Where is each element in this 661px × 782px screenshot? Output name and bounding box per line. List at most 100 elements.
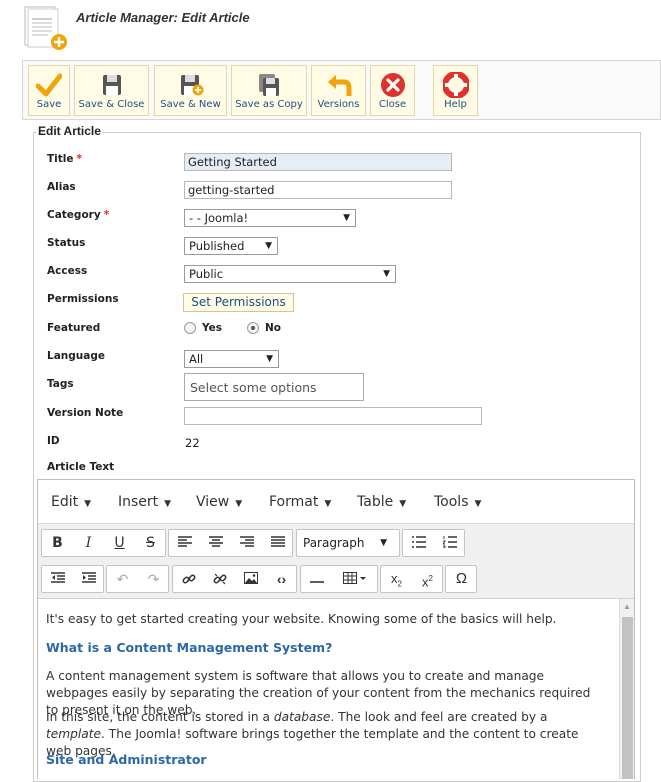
underline-icon[interactable]: U [104, 530, 135, 556]
scroll-up-arrow-icon[interactable]: ▲ [623, 602, 631, 611]
required-star: * [76, 153, 83, 165]
paragraph-select-value: Paragraph [303, 536, 365, 550]
editor-content-area[interactable]: It's easy to get started creating your w… [38, 598, 634, 779]
code-icon[interactable]: ‹› [266, 566, 297, 592]
menu-tools-label: Tools [434, 494, 469, 510]
italic-icon[interactable]: I [73, 530, 104, 556]
status-select[interactable]: Published ▼ [184, 237, 278, 255]
help-button-label: Help [444, 99, 467, 110]
caret-down-icon: ▼ [380, 538, 387, 548]
featured-yes-radio[interactable] [184, 322, 196, 334]
menu-view[interactable]: View ▼ [196, 494, 242, 510]
menu-tools[interactable]: Tools ▼ [434, 494, 481, 510]
script-group: x2 x2 [380, 565, 443, 593]
id-value: 22 [185, 436, 200, 450]
language-select-value: All [189, 352, 204, 366]
special-char-group: Ω [445, 565, 477, 593]
history-group: ↶ ↷ [106, 565, 169, 593]
horizontal-rule-icon[interactable] [301, 566, 332, 592]
save-new-button-label: Save & New [160, 99, 221, 110]
content-paragraph-1: It's easy to get started creating your w… [46, 612, 557, 626]
save-close-button[interactable]: Save & Close [74, 65, 149, 116]
menu-edit[interactable]: Edit ▼ [51, 494, 91, 510]
category-label: Category * [47, 209, 109, 221]
menu-edit-label: Edit [51, 494, 79, 510]
floppy-disk-icon [102, 75, 121, 95]
save-new-button[interactable]: Save & New [154, 65, 227, 116]
content-heading-site-admin: Site and Administrator [46, 752, 207, 767]
save-button[interactable]: Save [28, 65, 70, 116]
category-select[interactable]: - - Joomla! ▼ [184, 209, 356, 227]
dropdown-arrow-icon: ▼ [265, 241, 272, 251]
hr-table-group [300, 565, 378, 593]
p3-template: template [46, 727, 102, 741]
indent-icon[interactable] [73, 566, 104, 592]
image-icon[interactable] [235, 566, 266, 592]
subscript-icon[interactable]: x2 [381, 566, 412, 592]
menu-table[interactable]: Table ▼ [357, 494, 406, 510]
caret-down-icon: ▼ [164, 499, 172, 509]
language-select[interactable]: All ▼ [184, 350, 279, 368]
version-note-label: Version Note [47, 407, 124, 419]
article-text-label: Article Text [47, 461, 115, 473]
id-label: ID [47, 435, 60, 447]
access-select-value: Public [189, 267, 224, 281]
tags-input[interactable]: Select some options [184, 373, 364, 401]
caret-down-icon: ▼ [84, 499, 92, 509]
featured-label: Featured [47, 322, 101, 334]
bold-icon[interactable]: B [42, 530, 73, 556]
paragraph-select[interactable]: Paragraph ▼ [297, 530, 399, 556]
undo-icon[interactable]: ↶ [107, 566, 138, 592]
menu-table-label: Table [357, 494, 394, 510]
versions-button-label: Versions [317, 99, 360, 110]
lifebuoy-icon [442, 72, 469, 98]
alias-input[interactable]: getting-started [184, 181, 452, 199]
align-justify-icon[interactable] [262, 530, 293, 556]
superscript-icon[interactable]: x2 [412, 566, 443, 592]
versions-button[interactable]: Versions [311, 65, 366, 116]
content-heading-cms: What is a Content Management System? [46, 640, 333, 655]
article-add-icon [22, 5, 68, 51]
caret-down-icon: ▼ [399, 499, 407, 509]
format-select[interactable]: Paragraph ▼ [296, 529, 400, 557]
link-icon[interactable] [173, 566, 204, 592]
align-center-icon[interactable] [200, 530, 231, 556]
numbered-list-icon[interactable] [434, 530, 465, 556]
help-button[interactable]: Help [433, 65, 478, 116]
close-button[interactable]: Close [370, 65, 415, 116]
scrollbar-thumb[interactable] [622, 617, 633, 779]
table-icon[interactable] [332, 566, 377, 592]
permissions-label: Permissions [47, 293, 119, 305]
p3-part-c: . The look and feel are created by a [330, 710, 548, 724]
outdent-icon[interactable] [42, 566, 73, 592]
redo-icon[interactable]: ↷ [138, 566, 169, 592]
copy-icon [259, 74, 279, 96]
save-copy-button-label: Save as Copy [235, 99, 303, 110]
strikethrough-icon[interactable]: S [135, 530, 166, 556]
indent-group [41, 565, 104, 593]
featured-no-radio[interactable] [247, 322, 259, 334]
align-left-icon[interactable] [169, 530, 200, 556]
menu-format[interactable]: Format ▼ [269, 494, 331, 510]
category-select-value: - - Joomla! [189, 211, 249, 225]
omega-special-char-icon[interactable]: Ω [446, 566, 477, 592]
version-note-input[interactable] [184, 407, 482, 425]
featured-no-label: No [265, 322, 282, 334]
save-copy-button[interactable]: Save as Copy [231, 65, 307, 116]
align-right-icon[interactable] [231, 530, 262, 556]
editor-scrollbar[interactable]: ▲ [619, 599, 634, 779]
menu-view-label: View [196, 494, 230, 510]
alias-label: Alias [47, 181, 76, 193]
page-header: Article Manager: Edit Article [0, 0, 661, 56]
title-input[interactable]: Getting Started [184, 153, 452, 171]
p3-database: database [273, 710, 331, 724]
title-label: Title * [47, 153, 82, 165]
menu-insert[interactable]: Insert ▼ [118, 494, 171, 510]
access-select[interactable]: Public ▼ [184, 265, 396, 283]
unlink-icon[interactable] [204, 566, 235, 592]
insert-group: ‹› [172, 565, 297, 593]
menu-format-label: Format [269, 494, 319, 510]
bullet-list-icon[interactable] [403, 530, 434, 556]
category-label-text: Category [47, 209, 101, 221]
set-permissions-button[interactable]: Set Permissions [183, 293, 294, 312]
